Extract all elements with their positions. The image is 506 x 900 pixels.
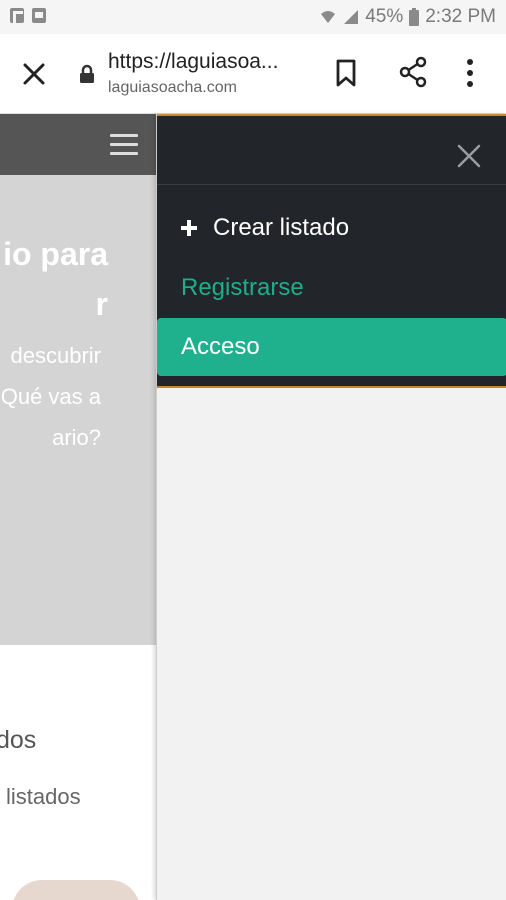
web-page: io para r descubrir Qué vas a ario? dos … bbox=[0, 114, 506, 900]
hero-title-line: io para bbox=[3, 236, 108, 272]
clock: 2:32 PM bbox=[425, 6, 496, 27]
close-tab-icon[interactable] bbox=[20, 60, 48, 88]
create-listing-link[interactable]: Crear listado bbox=[179, 214, 349, 242]
battery-percent: 45% bbox=[365, 6, 404, 27]
drawer-menu: Crear listado Registrarse Acceso bbox=[157, 114, 506, 388]
browser-toolbar: https://laguiasoa... laguiasoacha.com bbox=[0, 34, 506, 114]
login-button[interactable]: Acceso bbox=[157, 318, 506, 376]
domain-text[interactable]: laguiasoacha.com bbox=[108, 79, 237, 97]
listing-image bbox=[12, 880, 140, 900]
background-page-content: io para r descubrir Qué vas a ario? dos … bbox=[0, 114, 156, 900]
share-icon[interactable] bbox=[398, 56, 428, 88]
plus-icon bbox=[181, 220, 197, 236]
status-indicators: 45% 2:32 PM bbox=[319, 6, 496, 28]
facebook-notification-icon bbox=[10, 8, 24, 23]
status-bar: 45% 2:32 PM bbox=[0, 0, 506, 34]
side-drawer: Crear listado Registrarse Acceso bbox=[156, 114, 506, 900]
hero-text-line: descubrir bbox=[10, 343, 101, 368]
hero-text-line: Qué vas a bbox=[0, 384, 101, 409]
section-heading: dos bbox=[0, 726, 37, 754]
lock-icon bbox=[80, 64, 94, 83]
site-header bbox=[0, 114, 156, 175]
close-drawer-icon[interactable] bbox=[457, 144, 481, 168]
hero-text-line: ario? bbox=[52, 425, 101, 450]
hamburger-menu-icon[interactable] bbox=[110, 134, 138, 156]
hero-title-line: r bbox=[95, 286, 108, 322]
create-listing-label: Crear listado bbox=[213, 214, 350, 241]
hero-section: io para r descubrir Qué vas a ario? bbox=[0, 175, 156, 645]
battery-icon bbox=[409, 8, 420, 26]
more-options-icon[interactable] bbox=[466, 58, 474, 88]
register-link[interactable]: Registrarse bbox=[181, 274, 304, 302]
divider bbox=[157, 184, 506, 185]
bookmark-icon[interactable] bbox=[334, 58, 358, 88]
message-notification-icon bbox=[32, 8, 46, 23]
signal-icon bbox=[344, 10, 359, 24]
url-text[interactable]: https://laguiasoa... bbox=[108, 50, 278, 74]
section-subheading: listados bbox=[6, 784, 81, 809]
notification-icons bbox=[10, 8, 46, 23]
wifi-icon bbox=[321, 11, 336, 23]
